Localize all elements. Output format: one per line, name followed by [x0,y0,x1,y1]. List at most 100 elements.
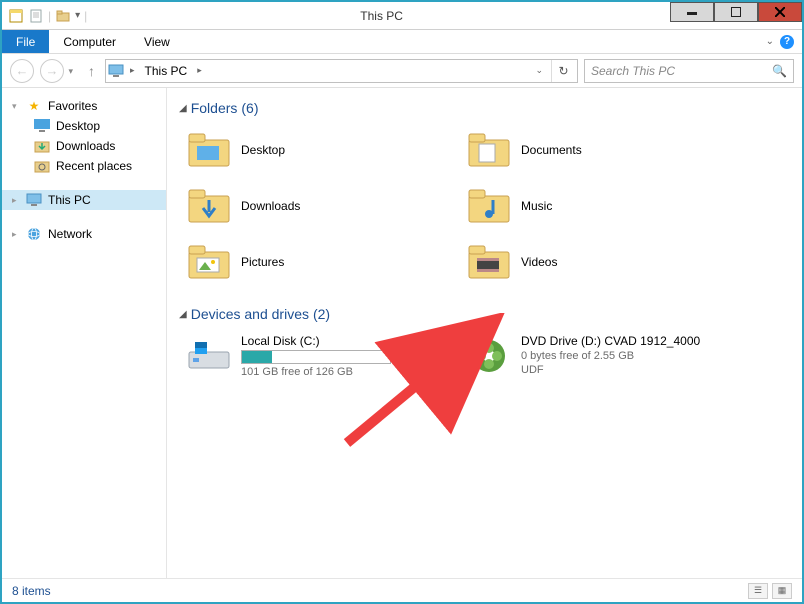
close-button[interactable] [758,2,802,22]
sidebar-item-label: Favorites [48,99,97,113]
window-title: This PC [93,2,670,29]
desktop-icon [34,118,50,134]
recent-icon [34,158,50,174]
navigation-bar: ← → ↑ ▸ This PC ▸ ⌄ ↻ 🔍 [2,54,802,88]
help-icon[interactable]: ? [780,35,794,49]
breadcrumb-chevron-icon-2[interactable]: ▸ [195,65,204,76]
chevron-down-icon: ◢ [179,309,187,320]
sidebar-item-label: This PC [48,193,91,207]
downloads-icon [34,138,50,154]
folder-icon [187,184,231,228]
details-view-button[interactable]: ☰ [748,583,768,599]
refresh-button[interactable]: ↻ [551,60,575,82]
nav-up-button[interactable]: ↑ [84,63,99,79]
quick-access-toolbar: | ▾ | [2,2,93,29]
maximize-button[interactable] [714,2,758,22]
tiles-view-button[interactable]: ▦ [772,583,792,599]
drive-label: Local Disk (C:) [241,334,459,348]
folder-icon [187,128,231,172]
search-icon[interactable]: 🔍 [772,64,787,78]
sidebar-network[interactable]: ▸ Network [2,224,166,244]
group-header-folders[interactable]: ◢ Folders (6) [171,96,798,120]
folder-videos[interactable]: Videos [463,234,743,290]
body: ▾ ★ Favorites Desktop Downloads Recent p… [2,88,802,578]
drive-subtext-fs: UDF [521,364,739,376]
window-controls [670,2,802,29]
sidebar-item-label: Recent places [56,159,132,173]
nav-forward-button[interactable]: → [40,59,64,83]
content-pane: ◢ Folders (6) Desktop Documents Download… [167,88,802,578]
dvd-drive-icon [467,334,511,378]
qat-dropdown-icon[interactable]: ▾ [75,10,80,21]
ribbon-tab-computer[interactable]: Computer [49,30,130,53]
system-menu-icon[interactable] [8,8,24,24]
ribbon-tab-file[interactable]: File [2,30,49,53]
item-label: Documents [521,143,739,157]
network-icon [26,226,42,242]
group-count: (6) [241,100,258,116]
title-bar: | ▾ | This PC [2,2,802,30]
ribbon-tab-view[interactable]: View [130,30,184,53]
sidebar-this-pc[interactable]: ▸ This PC [2,190,166,210]
drives-grid: Local Disk (C:) 101 GB free of 126 GB [171,326,798,396]
qat-separator-2: | [84,9,87,23]
folder-icon [467,128,511,172]
sidebar-item-desktop[interactable]: Desktop [2,116,166,136]
folder-desktop[interactable]: Desktop [183,122,463,178]
folder-pictures[interactable]: Pictures [183,234,463,290]
capacity-bar [241,350,391,364]
ribbon-expand-icon[interactable]: ⌄ [766,36,774,47]
group-title: Folders [191,100,238,116]
group-title: Devices and drives [191,306,309,322]
nav-back-button[interactable]: ← [10,59,34,83]
sidebar-item-recent[interactable]: Recent places [2,156,166,176]
chevron-right-icon: ▸ [12,195,20,206]
this-pc-icon [108,63,124,79]
item-label: Desktop [241,143,459,157]
folders-grid: Desktop Documents Downloads Music Pictur… [171,120,798,302]
navigation-pane: ▾ ★ Favorites Desktop Downloads Recent p… [2,88,167,578]
item-label: Pictures [241,255,459,269]
sidebar-item-downloads[interactable]: Downloads [2,136,166,156]
chevron-down-icon: ◢ [179,103,187,114]
address-bar[interactable]: ▸ This PC ▸ ⌄ ↻ [105,59,578,83]
search-box[interactable]: 🔍 [584,59,794,83]
item-label: Downloads [241,199,459,213]
folder-icon [467,184,511,228]
drive-subtext-free: 0 bytes free of 2.55 GB [521,350,739,362]
drive-label: DVD Drive (D:) CVAD 1912_4000 [521,334,739,348]
drive-subtext: 101 GB free of 126 GB [241,366,459,378]
star-icon: ★ [26,98,42,114]
drive-dvd-d[interactable]: DVD Drive (D:) CVAD 1912_4000 0 bytes fr… [463,328,743,384]
explorer-window: | ▾ | This PC File Computer View ⌄ ? ← →… [0,0,804,604]
folder-icon [467,240,511,284]
sidebar-favorites[interactable]: ▾ ★ Favorites [2,96,166,116]
drive-icon [187,334,231,378]
qat-separator: | [48,9,51,23]
status-text: 8 items [12,584,51,598]
folder-music[interactable]: Music [463,178,743,234]
group-count: (2) [313,306,330,322]
group-header-drives[interactable]: ◢ Devices and drives (2) [171,302,798,326]
address-history-dropdown-icon[interactable]: ⌄ [531,65,547,76]
drive-local-disk-c[interactable]: Local Disk (C:) 101 GB free of 126 GB [183,328,463,384]
item-label: Music [521,199,739,213]
status-bar: 8 items ☰ ▦ [2,578,802,602]
breadcrumb-chevron-icon[interactable]: ▸ [128,65,137,76]
sidebar-item-label: Downloads [56,139,115,153]
sidebar-item-label: Network [48,227,92,241]
chevron-down-icon: ▾ [12,101,20,112]
minimize-button[interactable] [670,2,714,22]
item-label: Videos [521,255,739,269]
breadcrumb-this-pc[interactable]: This PC [141,64,192,78]
sidebar-item-label: Desktop [56,119,100,133]
folder-icon [187,240,231,284]
computer-icon [26,192,42,208]
search-input[interactable] [591,64,772,78]
properties-icon[interactable] [28,8,44,24]
ribbon: File Computer View ⌄ ? [2,30,802,54]
new-folder-icon[interactable] [55,8,71,24]
folder-documents[interactable]: Documents [463,122,743,178]
folder-downloads[interactable]: Downloads [183,178,463,234]
chevron-right-icon: ▸ [12,229,20,240]
